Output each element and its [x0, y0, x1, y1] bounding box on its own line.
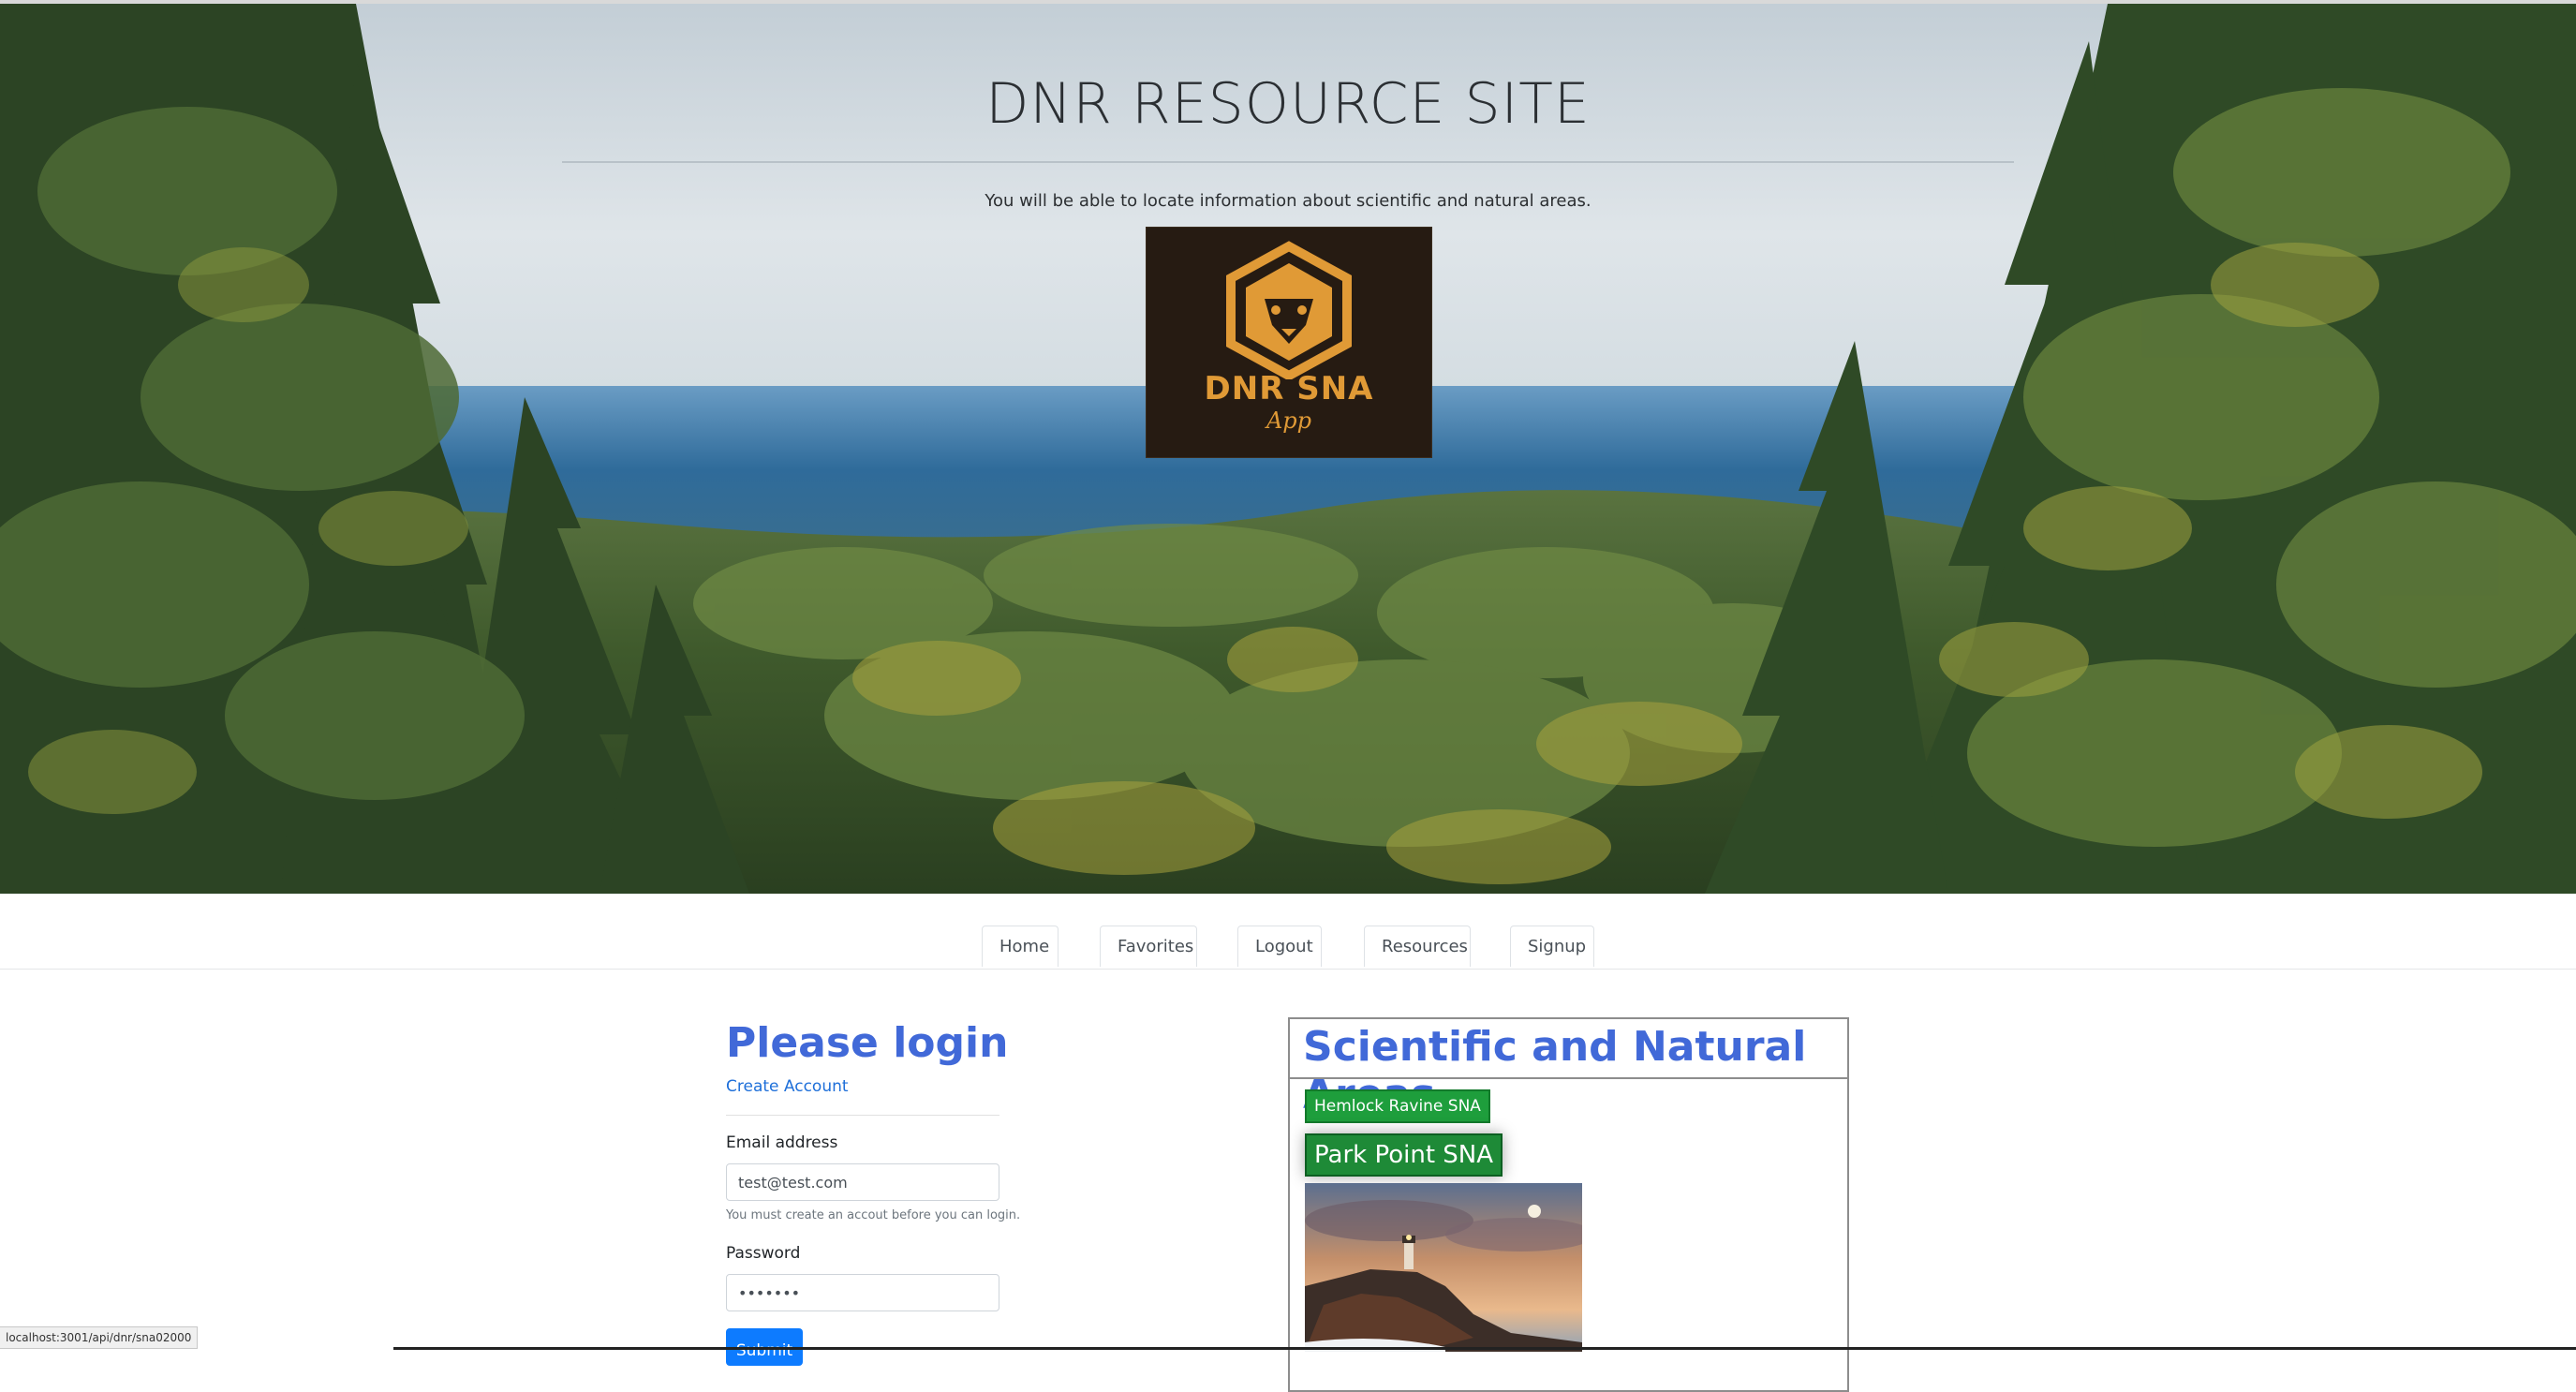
email-label: Email address [726, 1133, 838, 1152]
title-divider [562, 161, 2014, 163]
nav-bar: Home Favorites Logout Resources Signup [0, 894, 2576, 970]
tab-logout[interactable]: Logout [1237, 926, 1322, 967]
lion-hexagon-icon [1226, 241, 1352, 379]
email-help-text: You must create an accout before you can… [726, 1208, 1021, 1222]
site-title: DNR RESOURCE SITE [985, 71, 1591, 137]
tab-home[interactable]: Home [982, 926, 1059, 967]
password-field[interactable] [726, 1274, 999, 1311]
tab-signup[interactable]: Signup [1510, 926, 1594, 967]
logo-text: DNR SNA [1204, 370, 1374, 407]
create-account-link[interactable]: Create Account [726, 1077, 849, 1096]
login-title: Please login [726, 1019, 1009, 1067]
login-divider [726, 1115, 999, 1116]
logo-subtext: App [1266, 407, 1312, 434]
dnr-sna-logo: DNR SNA App [1146, 227, 1432, 458]
sna-item-hemlock-ravine[interactable]: Hemlock Ravine SNA [1305, 1089, 1490, 1123]
sna-item-park-point[interactable]: Park Point SNA [1305, 1133, 1503, 1177]
hero-banner: DNR RESOURCE SITE You will be able to lo… [0, 4, 2576, 894]
sna-lighthouse-photo [1305, 1183, 1582, 1352]
status-bar-url: localhost:3001/api/dnr/sna02000 [0, 1326, 199, 1349]
site-tagline: You will be able to locate information a… [985, 191, 1591, 211]
password-label: Password [726, 1244, 801, 1263]
sna-divider [1290, 1077, 1847, 1079]
email-field[interactable] [726, 1163, 999, 1201]
tab-resources[interactable]: Resources [1364, 926, 1471, 967]
tab-favorites[interactable]: Favorites [1100, 926, 1197, 967]
sna-panel: Scientific and Natural Areas Hemlock Rav… [1288, 1017, 1849, 1392]
